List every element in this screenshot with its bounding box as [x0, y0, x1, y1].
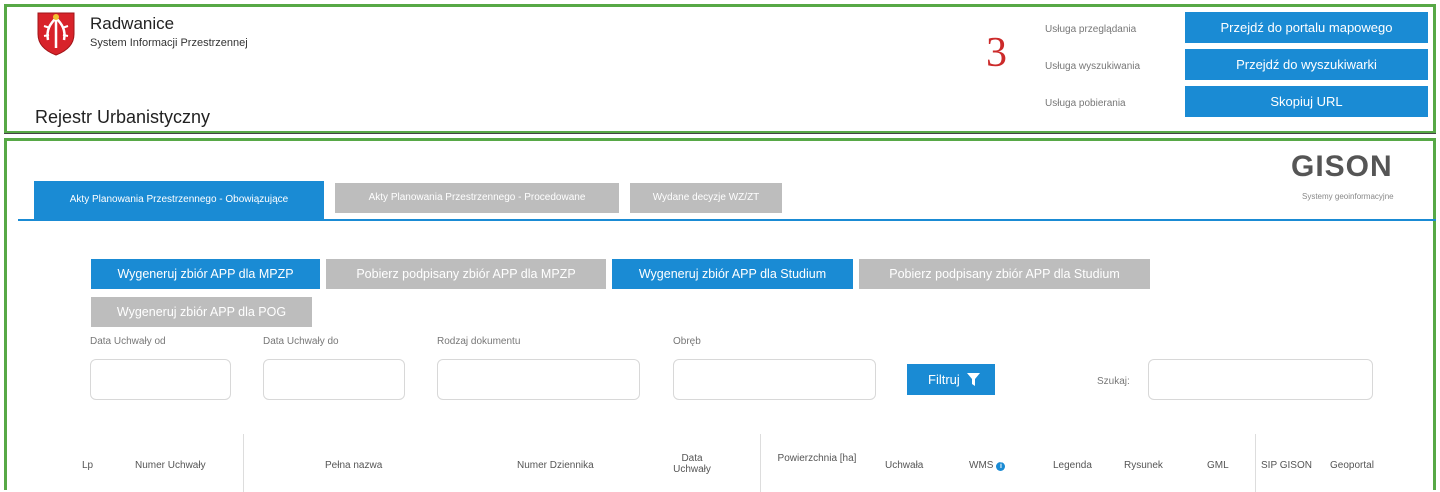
page-title: Rejestr Urbanistyczny [35, 107, 211, 127]
column-header-drawing[interactable]: Rysunek [1124, 460, 1163, 471]
column-header-resolution[interactable]: Uchwała [885, 460, 923, 471]
funnel-icon [967, 373, 980, 386]
search-input[interactable] [1148, 359, 1373, 400]
copy-url-button[interactable]: Skopiuj URL [1185, 86, 1428, 117]
tab-wz-decisions[interactable]: Wydane decyzje WZ/ZT [630, 183, 782, 213]
download-studium-button[interactable]: Pobierz podpisany zbiór APP dla Studium [859, 259, 1150, 289]
tab-pending-acts[interactable]: Akty Planowania Przestrzennego - Procedo… [335, 183, 619, 213]
brand-name: Radwanice [90, 14, 175, 33]
generate-mpzp-button[interactable]: Wygeneruj zbiór APP dla MPZP [91, 259, 320, 289]
doc-type-select[interactable] [437, 359, 640, 400]
column-header-geoportal[interactable]: Geoportal [1330, 460, 1374, 471]
generate-studium-button[interactable]: Wygeneruj zbiór APP dla Studium [612, 259, 853, 289]
column-header-wms[interactable]: WMS i [969, 460, 1006, 471]
filter-button[interactable]: Filtruj [907, 364, 995, 395]
annotation-number: 3 [986, 30, 1007, 76]
column-header-lp[interactable]: Lp [82, 460, 93, 471]
map-portal-button[interactable]: Przejdź do portalu mapowego [1185, 12, 1428, 43]
gison-tagline: Systemy geoinformacyjne [1302, 192, 1394, 201]
gison-logo: GISON [1291, 150, 1393, 183]
coat-of-arms-icon [37, 12, 75, 56]
column-header-resolution-date[interactable]: Data Uchwały [672, 453, 712, 475]
column-header-resolution-number[interactable]: Numer Uchwały [135, 460, 206, 471]
info-icon[interactable]: i [996, 462, 1006, 471]
brand-subtitle: System Informacji Przestrzennej [90, 37, 248, 49]
column-header-journal-number[interactable]: Numer Dziennika [517, 460, 594, 471]
column-header-wms-label: WMS [969, 460, 994, 471]
precinct-label: Obręb [673, 336, 701, 347]
service-label-search: Usługa wyszukiwania [1045, 61, 1141, 72]
search-label: Szukaj: [1097, 376, 1130, 387]
tab-current-acts[interactable]: Akty Planowania Przestrzennego - Obowiąz… [34, 181, 324, 219]
column-divider [1255, 434, 1256, 492]
search-engine-button[interactable]: Przejdź do wyszukiwarki [1185, 49, 1428, 80]
column-header-area[interactable]: Powierzchnia [ha] [777, 453, 857, 464]
header-divider [4, 133, 1436, 134]
tabs-underline [18, 219, 1436, 221]
service-label-download: Usługa pobierania [1045, 98, 1126, 109]
date-to-label: Data Uchwały do [263, 336, 339, 347]
date-to-input[interactable] [263, 359, 405, 400]
download-mpzp-button[interactable]: Pobierz podpisany zbiór APP dla MPZP [326, 259, 606, 289]
column-header-sip-gison[interactable]: SIP GISON [1261, 460, 1312, 471]
filter-button-label: Filtruj [928, 372, 960, 387]
precinct-select[interactable] [673, 359, 876, 400]
column-header-gml[interactable]: GML [1207, 460, 1229, 471]
doc-type-label: Rodzaj dokumentu [437, 336, 521, 347]
date-from-label: Data Uchwały od [90, 336, 166, 347]
generate-pog-button[interactable]: Wygeneruj zbiór APP dla POG [91, 297, 312, 327]
service-label-browse: Usługa przeglądania [1045, 24, 1137, 35]
column-divider [760, 434, 761, 492]
column-header-full-name[interactable]: Pełna nazwa [325, 460, 382, 471]
column-divider [243, 434, 244, 492]
column-header-legend[interactable]: Legenda [1053, 460, 1092, 471]
date-from-input[interactable] [90, 359, 231, 400]
